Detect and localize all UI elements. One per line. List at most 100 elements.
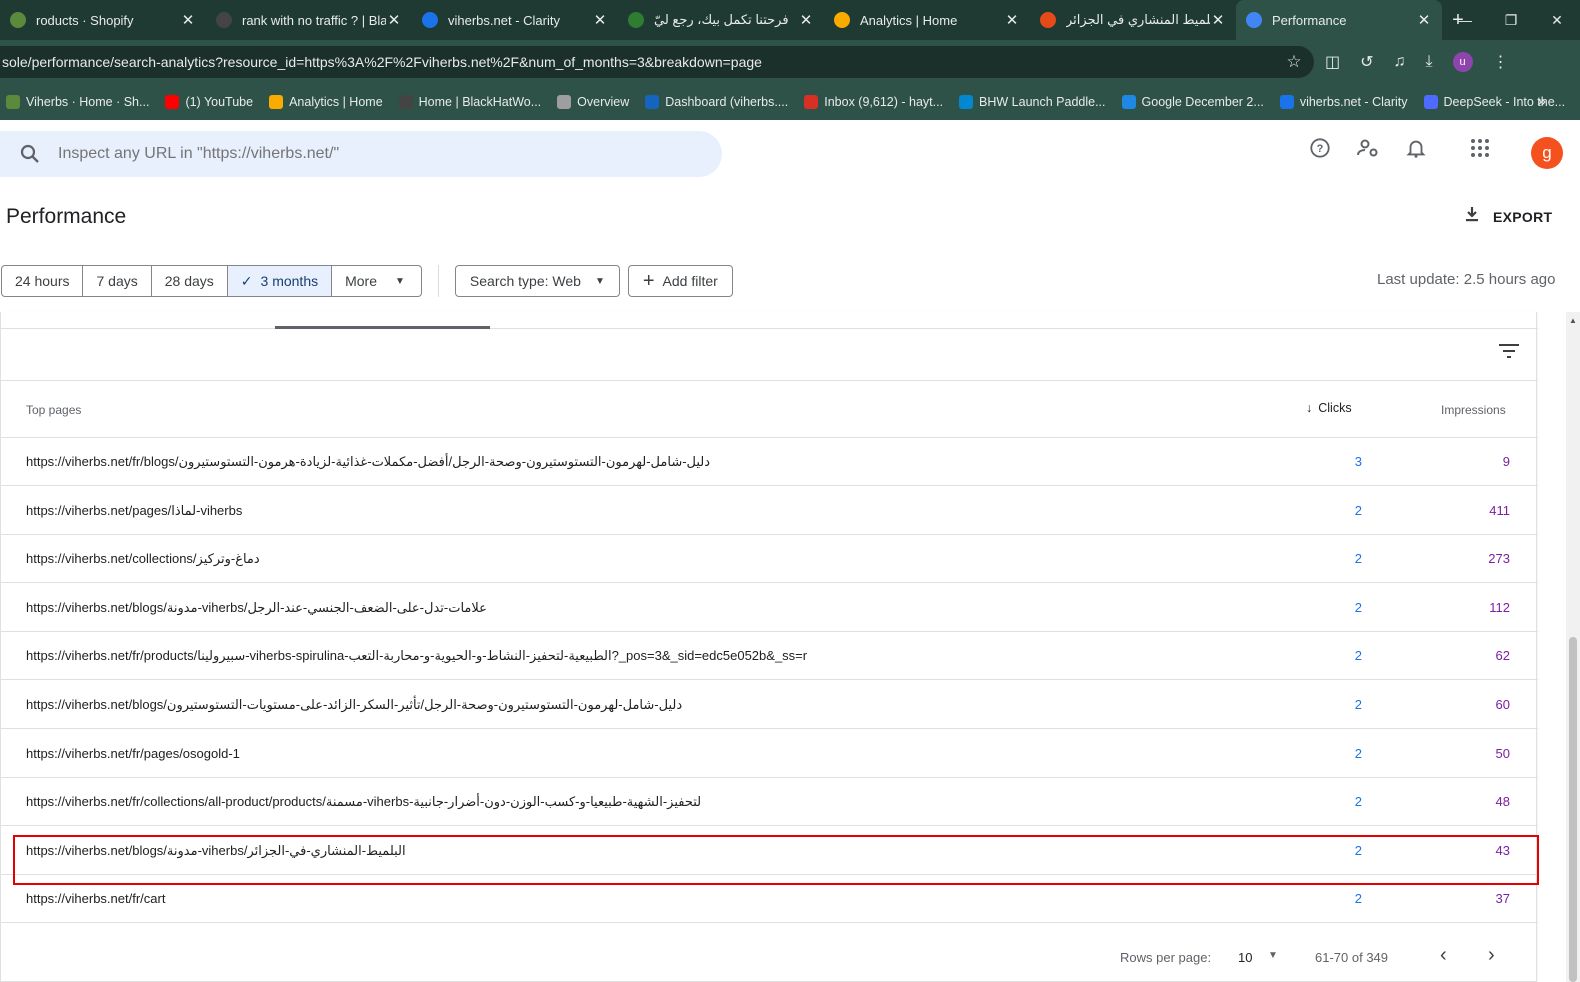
table-row[interactable]: https://viherbs.net/pages/لماذا-viherbs 2…: [1, 486, 1538, 535]
tab-favicon-icon: [628, 12, 644, 28]
table-row[interactable]: https://viherbs.net/fr/blogs/دليل-شامل-ل…: [1, 437, 1538, 486]
table-row[interactable]: https://viherbs.net/collections/دماغ-وتر…: [1, 534, 1538, 584]
table-row[interactable]: https://viherbs.net/blogs/دليل-شامل-لهرم…: [1, 680, 1538, 729]
bookmark-star-icon[interactable]: ☆: [1274, 52, 1314, 72]
row-page-url[interactable]: https://viherbs.net/fr/cart: [26, 891, 165, 906]
rows-per-page-select[interactable]: 10: [1238, 950, 1252, 965]
plus-icon: +: [642, 270, 655, 292]
profile-avatar[interactable]: u: [1452, 52, 1473, 72]
col-top-pages[interactable]: Top pages: [26, 403, 81, 417]
prev-page-icon[interactable]: ‹: [1440, 944, 1447, 967]
row-page-url[interactable]: https://viherbs.net/fr/collections/all-p…: [26, 794, 701, 810]
tab-close-icon[interactable]: ✕: [592, 11, 608, 29]
page-scrollbar[interactable]: ▲: [1566, 312, 1580, 982]
user-settings-icon[interactable]: [1356, 136, 1380, 160]
date-range-24h[interactable]: 24 hours: [2, 266, 84, 296]
bookmark-favicon-icon: [269, 95, 284, 109]
browser-tab[interactable]: فرحتنا تكمل بيك، رجع ليّ ✕: [618, 0, 824, 40]
downloads-icon[interactable]: ⤓: [1426, 53, 1433, 71]
bookmark-favicon-icon: [1121, 95, 1136, 109]
scrollbar-thumb[interactable]: [1569, 637, 1577, 982]
export-label: EXPORT: [1493, 208, 1553, 225]
export-button[interactable]: EXPORT: [1463, 205, 1552, 228]
help-icon[interactable]: ?: [1308, 136, 1332, 160]
table-row[interactable]: https://viherbs.net/fr/products/سبيرولين…: [1, 631, 1538, 681]
bookmark-label: Inbox (9,612) - hayt...: [824, 95, 944, 109]
extensions-icon[interactable]: ◫: [1325, 52, 1340, 72]
browser-tab[interactable]: Analytics | Home ✕: [824, 0, 1030, 40]
bookmark-item[interactable]: Dashboard (viherbs....: [645, 95, 788, 109]
next-page-icon[interactable]: ›: [1488, 944, 1495, 967]
active-tab-indicator: [275, 326, 490, 329]
table-row[interactable]: https://viherbs.net/fr/collections/all-p…: [1, 777, 1538, 827]
bookmark-item[interactable]: Viherbs · Home · Sh...: [6, 95, 149, 109]
browser-tab-bar: roducts · Shopify ✕ rank with no traffic ?…: [0, 0, 1580, 40]
bookmark-item[interactable]: Analytics | Home: [269, 95, 383, 109]
col-clicks-label: Clicks: [1318, 401, 1352, 415]
browser-tab[interactable]: Performance ✕: [1236, 0, 1442, 40]
tab-divider: [1, 328, 1538, 329]
tab-close-icon[interactable]: ✕: [386, 11, 402, 29]
notifications-icon[interactable]: [1404, 136, 1428, 160]
maximize-button[interactable]: ❐: [1488, 0, 1534, 40]
scroll-up-arrow-icon[interactable]: ▲: [1569, 316, 1577, 325]
bookmark-item[interactable]: Inbox (9,612) - hayt...: [804, 95, 943, 109]
row-page-url[interactable]: https://viherbs.net/blogs/مدونة-viherbs/…: [26, 600, 487, 616]
row-page-url[interactable]: https://viherbs.net/fr/products/سبيرولين…: [26, 648, 807, 664]
date-range-3m[interactable]: ✓ 3 months: [227, 266, 333, 296]
row-page-url[interactable]: https://viherbs.net/fr/blogs/دليل-شامل-ل…: [26, 454, 710, 470]
tab-close-icon[interactable]: ✕: [1004, 11, 1020, 29]
more-dropdown[interactable]: More ▼: [332, 266, 421, 296]
bookmark-favicon-icon: [6, 95, 20, 109]
menu-icon[interactable]: ⋮: [1493, 52, 1509, 72]
search-input[interactable]: [58, 145, 658, 163]
tab-close-icon[interactable]: ✕: [1416, 11, 1432, 29]
tab-close-icon[interactable]: ✕: [1210, 11, 1226, 29]
row-page-url[interactable]: https://viherbs.net/blogs/دليل-شامل-لهرم…: [26, 697, 682, 713]
table-row[interactable]: https://viherbs.net/fr/pages/osogold-1 2 5…: [1, 729, 1538, 778]
address-url[interactable]: sole/performance/search-analytics?resour…: [2, 54, 1274, 70]
bookmarks-overflow-icon[interactable]: »: [1537, 93, 1546, 111]
bookmark-favicon-icon: [645, 95, 660, 109]
table-row[interactable]: https://viherbs.net/blogs/مدونة-viherbs/…: [1, 583, 1538, 632]
row-clicks: 2: [1354, 502, 1362, 518]
row-page-url[interactable]: https://viherbs.net/collections/دماغ-وتر…: [26, 551, 260, 567]
row-clicks: 2: [1354, 551, 1362, 567]
bookmark-item[interactable]: (1) YouTube: [165, 95, 253, 109]
row-impressions: 48: [1495, 794, 1510, 810]
tab-close-icon[interactable]: ✕: [798, 11, 814, 29]
bookmark-item[interactable]: Home | BlackHatWo...: [398, 95, 541, 109]
address-bar[interactable]: sole/performance/search-analytics?resour…: [0, 46, 1314, 78]
row-impressions: 50: [1495, 745, 1510, 761]
search-type-filter[interactable]: Search type: Web ▼: [454, 265, 620, 297]
caret-down-icon: ▼: [594, 275, 605, 287]
browser-tab[interactable]: البلميط المنشاري في الجزائر ✕: [1030, 0, 1236, 40]
url-inspection-search[interactable]: [0, 131, 722, 177]
browser-tab[interactable]: viherbs.net - Clarity ✕: [412, 0, 618, 40]
bookmark-favicon-icon: [1423, 95, 1438, 109]
date-range-7d[interactable]: 7 days: [83, 266, 152, 296]
bookmark-item[interactable]: BHW Launch Paddle...: [959, 95, 1106, 109]
date-range-28d[interactable]: 28 days: [152, 266, 228, 296]
caret-down-icon[interactable]: ▼: [1268, 950, 1278, 961]
bookmark-item[interactable]: viherbs.net - Clarity: [1279, 95, 1408, 109]
more-label: More: [345, 273, 378, 289]
history-icon[interactable]: ↺: [1360, 52, 1373, 72]
account-avatar[interactable]: g: [1531, 137, 1563, 169]
browser-tab[interactable]: rank with no traffic ? | BlackHatWorld✕: [206, 0, 412, 40]
filter-rows-icon[interactable]: [1497, 342, 1521, 360]
tab-close-icon[interactable]: ✕: [180, 11, 196, 29]
bookmark-item[interactable]: Overview: [557, 95, 629, 109]
row-page-url[interactable]: https://viherbs.net/pages/لماذا-viherbs: [26, 503, 242, 519]
col-clicks[interactable]: ↓ Clicks: [1306, 401, 1352, 415]
close-window-button[interactable]: ✕: [1534, 0, 1580, 40]
window-controls: — ❐ ✕: [1442, 0, 1580, 40]
col-impressions[interactable]: Impressions: [1441, 403, 1506, 417]
apps-grid-icon[interactable]: [1468, 136, 1492, 160]
browser-tab[interactable]: roducts · Shopify ✕: [0, 0, 206, 40]
media-icon[interactable]: ♫: [1394, 53, 1406, 71]
add-filter-button[interactable]: + Add filter: [627, 265, 733, 297]
bookmark-item[interactable]: Google December 2...: [1121, 95, 1264, 109]
minimize-button[interactable]: —: [1442, 0, 1488, 40]
row-page-url[interactable]: https://viherbs.net/fr/pages/osogold-1: [26, 746, 240, 761]
